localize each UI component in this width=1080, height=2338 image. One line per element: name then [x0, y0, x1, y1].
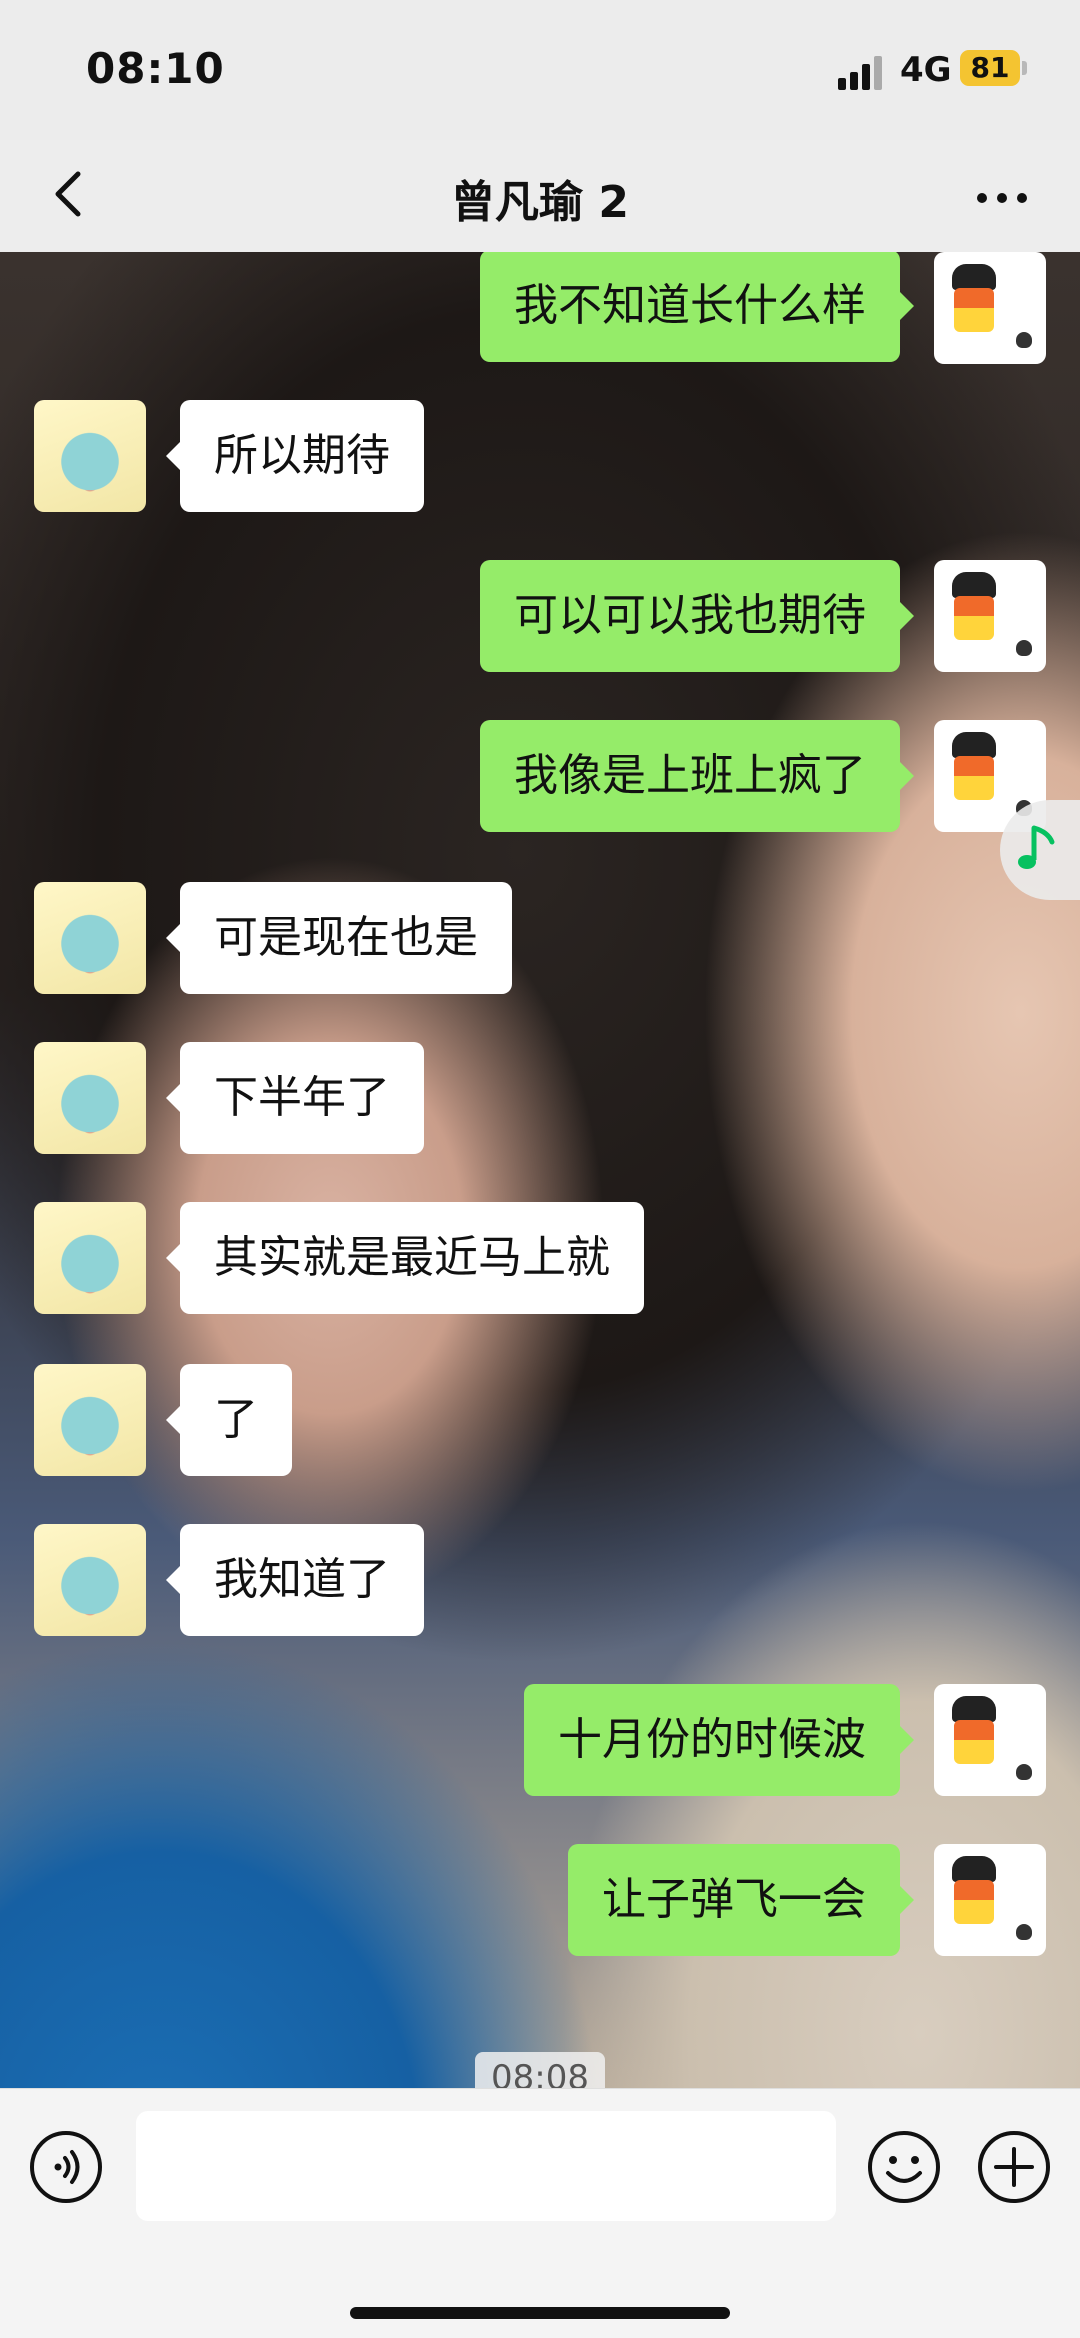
my-avatar[interactable]	[934, 560, 1046, 672]
sent-message[interactable]: 可以可以我也期待	[480, 560, 914, 672]
received-message[interactable]: 了	[166, 1364, 292, 1476]
received-message[interactable]: 所以期待	[166, 400, 424, 512]
status-time: 08:10	[86, 44, 225, 93]
received-message[interactable]: 其实就是最近马上就	[166, 1202, 644, 1314]
voice-icon[interactable]	[28, 2129, 104, 2205]
message-input[interactable]	[136, 2111, 836, 2221]
music-note-icon	[1018, 825, 1055, 869]
my-avatar[interactable]	[934, 252, 1046, 364]
sent-message[interactable]: 十月份的时候波	[524, 1684, 914, 1796]
battery-tip	[1022, 61, 1027, 75]
chat-title: 曾凡瑜 2	[451, 177, 629, 228]
contact-avatar[interactable]	[34, 1202, 146, 1314]
status-bar: 08:10 4G 81	[0, 0, 1080, 140]
sent-message[interactable]: 让子弹飞一会	[568, 1844, 914, 1956]
network-type: 4G	[900, 50, 952, 90]
plus-icon[interactable]	[976, 2129, 1052, 2205]
chat-message-list[interactable]: 我不知道长什么样 所以期待 可以可以我也期待 我像是上班上疯了 可是现在也是 下…	[0, 252, 1080, 2088]
input-bar	[0, 2088, 1080, 2338]
more-dots-icon[interactable]	[972, 168, 1032, 228]
received-message[interactable]: 下半年了	[166, 1042, 424, 1154]
received-message[interactable]: 可是现在也是	[166, 882, 512, 994]
home-indicator	[350, 2307, 730, 2319]
contact-avatar[interactable]	[34, 1524, 146, 1636]
my-avatar[interactable]	[934, 1844, 1046, 1956]
timestamp-label: 08:08	[475, 2052, 605, 2088]
emoji-icon[interactable]	[866, 2129, 942, 2205]
contact-avatar[interactable]	[34, 1042, 146, 1154]
battery-indicator: 81	[960, 50, 1020, 86]
chat-header: 曾凡瑜 2	[0, 140, 1080, 252]
contact-avatar[interactable]	[34, 400, 146, 512]
contact-avatar[interactable]	[34, 882, 146, 994]
received-message[interactable]: 我知道了	[166, 1524, 424, 1636]
message-timestamp: 08:08	[0, 2052, 1080, 2088]
sent-message[interactable]: 我不知道长什么样	[480, 252, 914, 362]
sent-message[interactable]: 我像是上班上疯了	[480, 720, 914, 832]
signal-icon	[838, 54, 890, 90]
contact-avatar[interactable]	[34, 1364, 146, 1476]
my-avatar[interactable]	[934, 1684, 1046, 1796]
